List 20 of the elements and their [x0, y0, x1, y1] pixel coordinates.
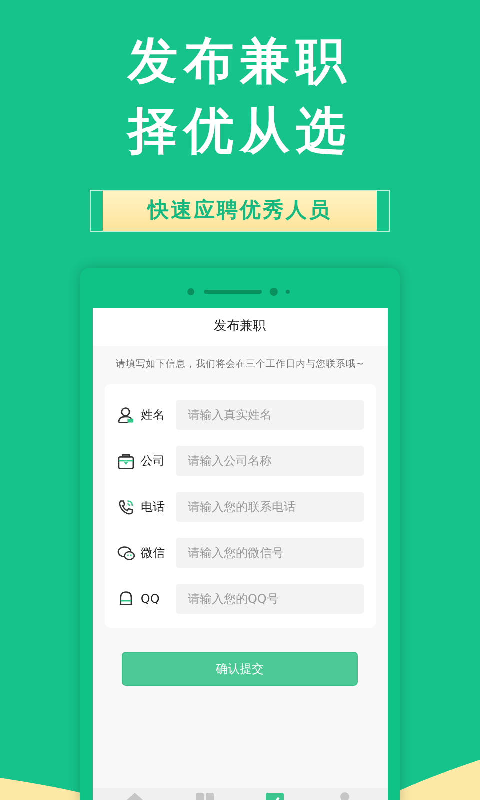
- input-field[interactable]: 请输入公司名称: [176, 446, 364, 476]
- field-label: 姓名: [140, 407, 166, 424]
- notice-text: 请填写如下信息，我们将会在三个工作日内与您联系哦~: [116, 358, 364, 372]
- input-field[interactable]: 请输入真实姓名: [176, 400, 364, 430]
- chat-icon: [116, 544, 135, 562]
- person-icon: [116, 406, 135, 424]
- screen-title: 发布兼职: [214, 318, 266, 336]
- input-field[interactable]: 请输入您的联系电话: [176, 492, 364, 522]
- input-field[interactable]: 请输入您的QQ号: [176, 584, 364, 614]
- input-field[interactable]: 请输入您的微信号: [176, 538, 364, 568]
- phone-icon: [116, 498, 135, 516]
- field-label: 电话: [140, 499, 166, 516]
- field-label: 微信: [140, 545, 166, 562]
- briefcase-icon: [116, 452, 135, 470]
- submit-button[interactable]: 确认提交: [122, 652, 358, 686]
- field-label: 公司: [140, 453, 166, 470]
- headline: 发布兼职: [128, 31, 352, 92]
- banner-text: 快速应聘优秀人员: [103, 191, 377, 231]
- field-label: QQ: [140, 591, 161, 608]
- headline: 择优从选: [128, 101, 352, 162]
